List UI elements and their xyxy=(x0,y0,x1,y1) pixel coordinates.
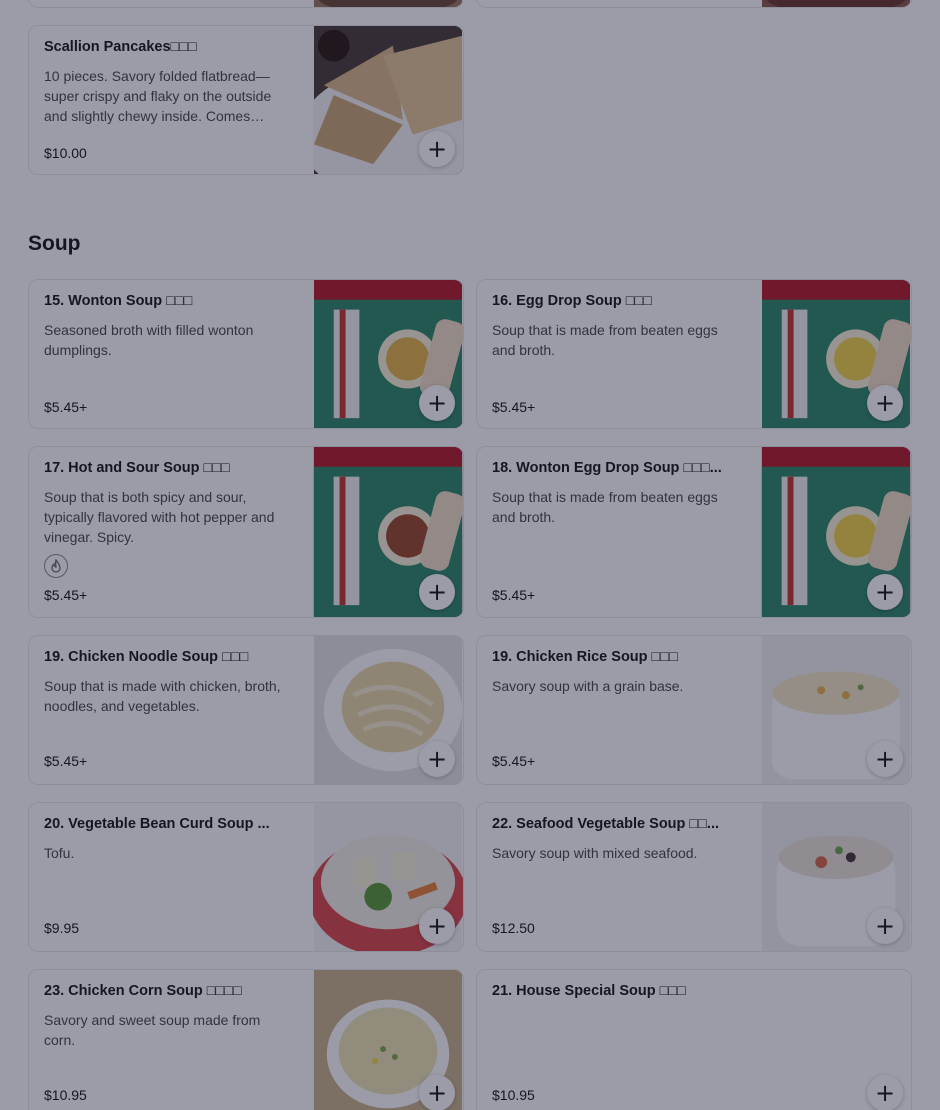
item-description: Savory soup with a grain base. xyxy=(492,678,684,694)
item-price: $10.95 xyxy=(44,1087,87,1103)
add-to-cart-button[interactable]: + xyxy=(419,574,455,610)
item-name: 22. Seafood Vegetable Soup □□... xyxy=(492,816,720,832)
menu-item-card[interactable]: 23. Chicken Corn Soup □□□□ Savory and sw… xyxy=(28,969,464,1110)
item-description: 10 pieces. Savory folded flatbread—super… xyxy=(44,68,272,124)
item-name: 21. House Special Soup □□□ xyxy=(492,983,686,999)
menu-item-card[interactable]: 15. Wonton Soup □□□ Seasoned broth with … xyxy=(28,279,464,429)
flame-icon xyxy=(44,554,68,578)
plus-icon: + xyxy=(426,745,448,773)
item-description: Tofu. xyxy=(44,845,75,861)
item-price: $9.95 xyxy=(44,920,80,936)
menu-item-card[interactable]: 19. Chicken Rice Soup □□□ Savory soup wi… xyxy=(476,635,912,785)
add-to-cart-button[interactable]: + xyxy=(867,1075,903,1110)
item-price: $12.50 xyxy=(492,920,535,936)
plus-icon: + xyxy=(874,745,896,773)
item-price: $5.45+ xyxy=(44,753,88,769)
item-price: $10.95 xyxy=(492,1087,535,1103)
item-name: 23. Chicken Corn Soup □□□□ xyxy=(44,983,242,999)
menu-item-card-partial[interactable] xyxy=(476,0,912,8)
plus-icon: + xyxy=(426,135,448,163)
item-name: 19. Chicken Rice Soup □□□ xyxy=(492,649,678,665)
menu-page: Scallion Pancakes□□□ 10 pieces. Savory f… xyxy=(0,0,940,1110)
section-title: Soup xyxy=(28,232,81,255)
add-to-cart-button[interactable]: + xyxy=(419,908,455,944)
add-to-cart-button[interactable]: + xyxy=(867,741,903,777)
item-name: 18. Wonton Egg Drop Soup □□□... xyxy=(492,460,722,476)
item-price: $5.45+ xyxy=(492,753,536,769)
add-to-cart-button[interactable]: + xyxy=(867,908,903,944)
menu-item-card[interactable]: Scallion Pancakes□□□ 10 pieces. Savory f… xyxy=(28,25,464,175)
item-name: 20. Vegetable Bean Curd Soup ... xyxy=(44,816,270,832)
plus-icon: + xyxy=(874,389,896,417)
menu-item-card[interactable]: 19. Chicken Noodle Soup □□□ Soup that is… xyxy=(28,635,464,785)
plus-icon: + xyxy=(874,1079,896,1107)
menu-item-card[interactable]: 22. Seafood Vegetable Soup □□... Savory … xyxy=(476,802,912,952)
menu-item-card[interactable]: 20. Vegetable Bean Curd Soup ... Tofu. $… xyxy=(28,802,464,952)
item-name: 19. Chicken Noodle Soup □□□ xyxy=(44,649,249,665)
plus-icon: + xyxy=(426,912,448,940)
item-photo xyxy=(761,0,911,7)
item-description: Soup that is made with chicken, broth, n… xyxy=(44,678,281,714)
item-price: $5.45+ xyxy=(44,587,88,603)
menu-item-card[interactable]: 18. Wonton Egg Drop Soup □□□... Soup tha… xyxy=(476,446,912,618)
add-to-cart-button[interactable]: + xyxy=(419,1075,455,1110)
item-description: Seasoned broth with filled wonton dumpli… xyxy=(44,322,254,358)
item-description: Soup that is made from beaten eggs and b… xyxy=(492,322,718,358)
item-price: $5.45+ xyxy=(492,587,536,603)
add-to-cart-button[interactable]: + xyxy=(867,385,903,421)
add-to-cart-button[interactable]: + xyxy=(419,385,455,421)
menu-item-card-partial[interactable] xyxy=(28,0,464,8)
plus-icon: + xyxy=(426,1079,448,1107)
item-price: $10.00 xyxy=(44,145,87,161)
item-description: Soup that is both spicy and sour, typica… xyxy=(44,489,275,545)
add-to-cart-button[interactable]: + xyxy=(867,574,903,610)
item-name: 15. Wonton Soup □□□ xyxy=(44,293,193,309)
item-name: 17. Hot and Sour Soup □□□ xyxy=(44,460,230,476)
item-description: Savory and sweet soup made from corn. xyxy=(44,1012,261,1048)
item-name: Scallion Pancakes□□□ xyxy=(44,39,197,55)
plus-icon: + xyxy=(426,578,448,606)
plus-icon: + xyxy=(874,578,896,606)
add-to-cart-button[interactable]: + xyxy=(419,131,455,167)
menu-item-card[interactable]: 17. Hot and Sour Soup □□□ Soup that is b… xyxy=(28,446,464,618)
add-to-cart-button[interactable]: + xyxy=(419,741,455,777)
plus-icon: + xyxy=(874,912,896,940)
menu-item-card[interactable]: 16. Egg Drop Soup □□□ Soup that is made … xyxy=(476,279,912,429)
plus-icon: + xyxy=(426,389,448,417)
item-name: 16. Egg Drop Soup □□□ xyxy=(492,293,653,309)
item-description: Soup that is made from beaten eggs and b… xyxy=(492,489,718,525)
item-photo xyxy=(313,0,463,7)
item-description: Savory soup with mixed seafood. xyxy=(492,845,698,861)
item-price: $5.45+ xyxy=(44,399,88,415)
item-price: $5.45+ xyxy=(492,399,536,415)
menu-item-card[interactable]: 21. House Special Soup □□□ $10.95 + xyxy=(476,969,912,1110)
